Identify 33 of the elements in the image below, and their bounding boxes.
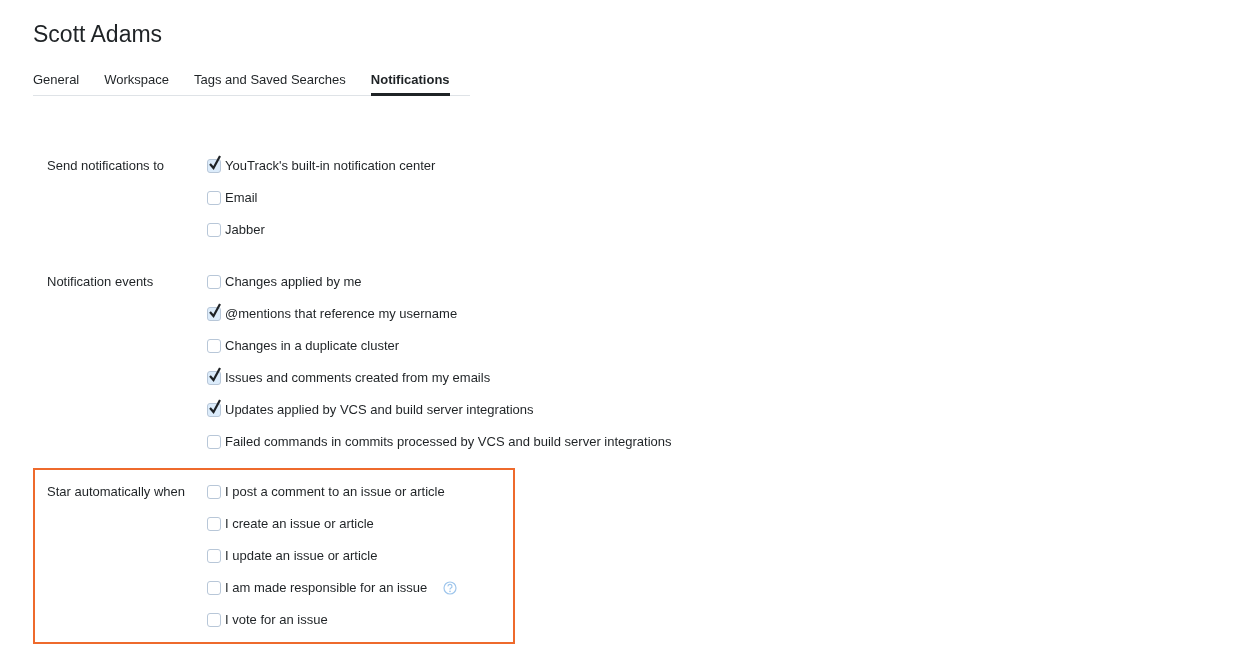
option-label[interactable]: I post a comment to an issue or article xyxy=(225,482,445,502)
option-label[interactable]: Issues and comments created from my emails xyxy=(225,368,491,388)
option-label[interactable]: Changes in a duplicate cluster xyxy=(225,336,400,356)
option-label[interactable]: Changes applied by me xyxy=(225,272,362,292)
checkbox[interactable] xyxy=(207,517,221,531)
tab[interactable]: Workspace xyxy=(104,72,170,96)
option-label[interactable]: YouTrack's built-in notification center xyxy=(225,156,436,176)
checkbox[interactable] xyxy=(207,435,221,449)
section-label: Send notifications to xyxy=(47,157,166,175)
checkbox[interactable] xyxy=(207,485,221,499)
option-label[interactable]: I update an issue or article xyxy=(225,546,378,566)
help-icon[interactable] xyxy=(443,581,458,595)
option-label[interactable]: Jabber xyxy=(225,220,265,240)
checkbox[interactable] xyxy=(207,223,221,237)
tab[interactable]: Notifications xyxy=(370,72,450,96)
option-label[interactable]: @mentions that reference my username xyxy=(225,304,458,324)
section-label: Star automatically when xyxy=(47,483,186,501)
option-label[interactable]: Email xyxy=(225,188,258,208)
tab[interactable]: General xyxy=(33,72,80,96)
option-label[interactable]: I vote for an issue xyxy=(225,610,328,630)
page-title: Scott Adams xyxy=(33,20,164,49)
checkbox[interactable] xyxy=(207,581,221,595)
checkbox[interactable] xyxy=(207,613,221,627)
checkbox[interactable] xyxy=(207,275,221,289)
checkbox[interactable] xyxy=(207,339,221,353)
option-label[interactable]: I create an issue or article xyxy=(225,514,374,534)
section-label: Notification events xyxy=(47,273,155,291)
checkbox[interactable] xyxy=(207,549,221,563)
option-label[interactable]: Updates applied by VCS and build server integrations xyxy=(225,400,534,420)
option-label[interactable]: Failed commands in commits processed by VCS and build server integrations xyxy=(225,432,672,452)
tab[interactable]: Tags and Saved Searches xyxy=(194,72,346,96)
option-label[interactable]: I am made responsible for an issue xyxy=(225,578,428,598)
checkbox[interactable] xyxy=(207,191,221,205)
